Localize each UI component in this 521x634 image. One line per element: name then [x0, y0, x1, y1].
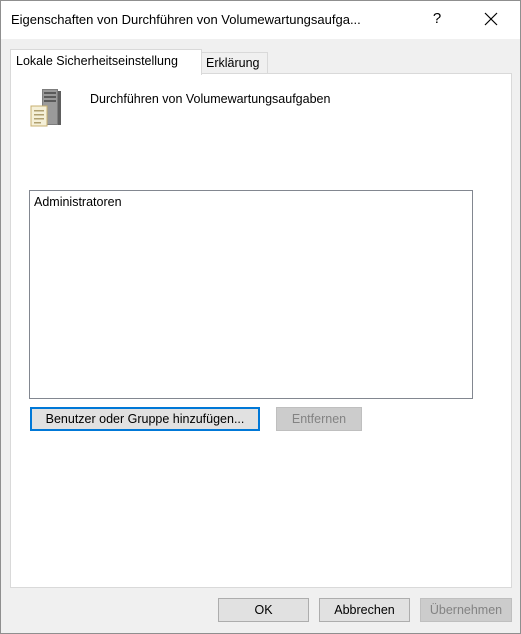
tab-local-security-setting[interactable]: Lokale Sicherheitseinstellung: [10, 49, 202, 75]
help-button[interactable]: ?: [421, 5, 453, 33]
title-bar[interactable]: Eigenschaften von Durchführen von Volume…: [1, 1, 520, 39]
ok-button[interactable]: OK: [218, 598, 309, 622]
add-user-or-group-button[interactable]: Benutzer oder Gruppe hinzufügen...: [30, 407, 260, 431]
tab-panel: Durchführen von Volumewartungsaufgaben A…: [10, 73, 512, 588]
tab-explanation[interactable]: Erklärung: [200, 52, 268, 74]
apply-button[interactable]: Übernehmen: [420, 598, 512, 622]
policy-name: Durchführen von Volumewartungsaufgaben: [90, 92, 331, 106]
list-item[interactable]: Administratoren: [34, 195, 122, 209]
remove-button[interactable]: Entfernen: [276, 407, 362, 431]
close-button[interactable]: [472, 5, 510, 33]
properties-dialog: Eigenschaften von Durchführen von Volume…: [0, 0, 521, 634]
window-title: Eigenschaften von Durchführen von Volume…: [11, 12, 361, 27]
server-icon: [30, 89, 61, 127]
cancel-button[interactable]: Abbrechen: [319, 598, 410, 622]
members-list[interactable]: Administratoren: [29, 190, 473, 399]
close-icon: [484, 12, 498, 26]
